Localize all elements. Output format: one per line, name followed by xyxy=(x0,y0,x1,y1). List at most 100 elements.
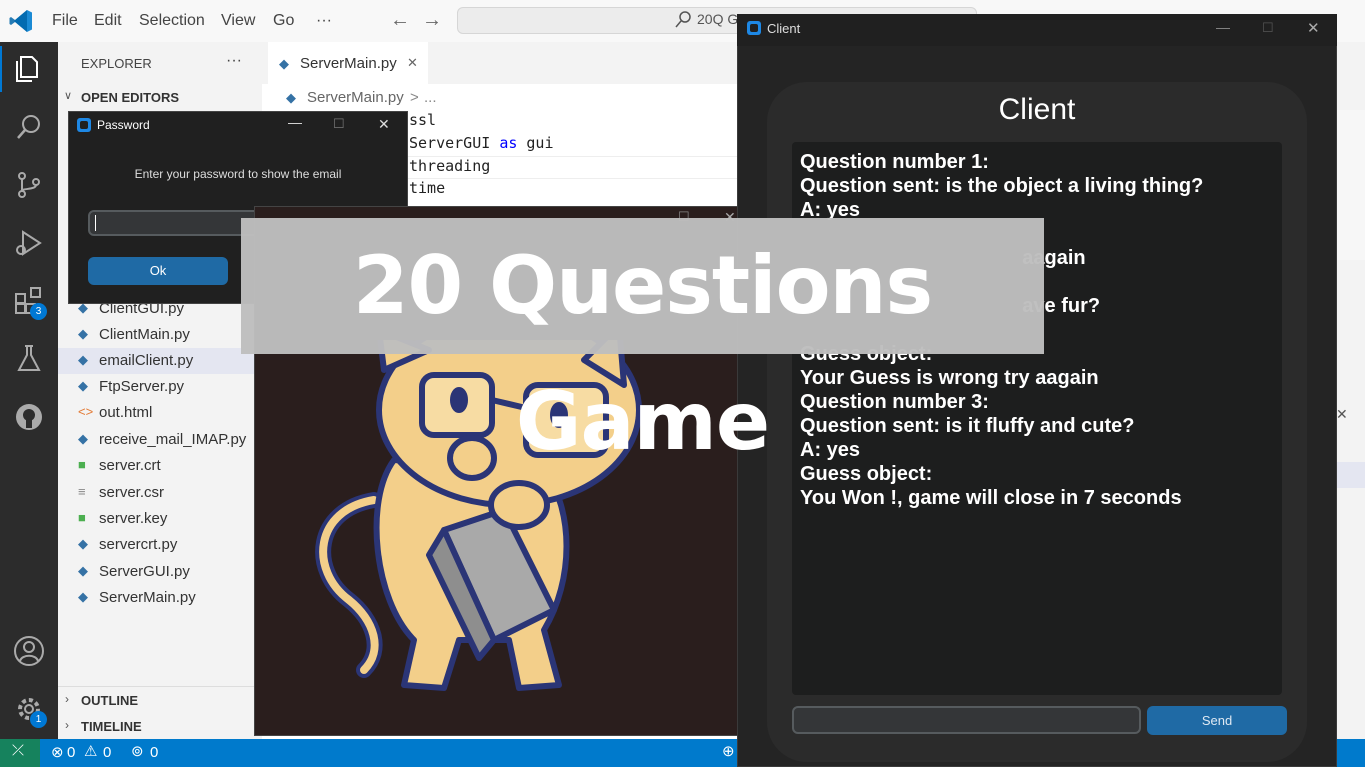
close-icon[interactable]: ✕ xyxy=(407,55,418,71)
warning-icon[interactable]: ⚠ xyxy=(84,742,97,760)
extensions-badge: 3 xyxy=(30,303,47,320)
log-line: Question number 1: xyxy=(800,151,989,173)
lock-icon: ■ xyxy=(78,457,86,472)
log-line: Question sent: is the object a living th… xyxy=(800,175,1204,197)
file-item[interactable]: ◆ FtpServer.py xyxy=(58,374,262,400)
app-icon-inner xyxy=(750,24,758,32)
command-center-text: 20Q G xyxy=(697,11,739,27)
log-line: Guess object: xyxy=(800,463,933,485)
maximize-icon: ☐ xyxy=(1262,20,1274,35)
password-dialog-title: Password xyxy=(97,118,150,132)
menu-file[interactable]: File xyxy=(52,12,78,30)
file-item[interactable]: ◆ servercrt.py xyxy=(58,532,262,558)
close-icon[interactable]: ✕ xyxy=(378,116,390,133)
explorer-title: EXPLORER xyxy=(81,56,152,71)
message-input[interactable] xyxy=(792,706,1141,734)
file-item[interactable]: ◆ ClientMain.py xyxy=(58,322,262,348)
python-icon: ◆ xyxy=(78,352,88,367)
minimize-icon[interactable]: — xyxy=(1216,19,1230,35)
file-item[interactable]: ◆ ServerGUI.py xyxy=(58,559,262,585)
file-item[interactable]: ≡ server.csr xyxy=(58,480,262,506)
active-indicator xyxy=(0,46,2,92)
text-cursor xyxy=(95,215,96,231)
arrow-right-icon[interactable]: → xyxy=(422,9,442,32)
minimize-icon[interactable]: — xyxy=(288,114,302,130)
log-line: Your Guess is wrong try aagain xyxy=(800,367,1099,389)
close-icon[interactable]: ✕ xyxy=(1336,406,1348,423)
client-title-bar xyxy=(737,14,1337,46)
minimap xyxy=(1337,110,1365,260)
github-icon[interactable] xyxy=(12,400,46,434)
chevron-right-icon[interactable]: › xyxy=(65,718,69,732)
client-heading: Client xyxy=(998,93,1076,126)
tab-label: ServerMain.py xyxy=(300,55,397,72)
html-icon: <> xyxy=(78,404,94,419)
file-item[interactable]: ◆ emailClient.py xyxy=(58,348,262,374)
file-item[interactable]: <> out.html xyxy=(58,400,262,426)
log-line: Question number 3: xyxy=(800,391,989,413)
send-button[interactable]: Send xyxy=(1147,706,1287,735)
breadcrumb-file[interactable]: ServerMain.py xyxy=(307,89,404,106)
warning-count: 0 xyxy=(103,744,112,761)
python-icon: ◆ xyxy=(78,536,88,551)
python-icon: ◆ xyxy=(78,431,88,446)
code-line: ServerGUI as gui xyxy=(409,134,554,152)
broadcast-icon[interactable]: ⊚ xyxy=(131,742,144,760)
files-icon[interactable] xyxy=(12,52,46,86)
lines-icon: ≡ xyxy=(78,484,86,499)
banner-title: 20 Questions Game xyxy=(352,239,933,468)
code-line: ssl xyxy=(409,111,437,129)
code-line: time xyxy=(409,179,446,197)
testing-flask-icon[interactable] xyxy=(12,342,46,376)
menu-more[interactable]: ··· xyxy=(316,12,332,30)
python-icon: ◆ xyxy=(78,563,88,578)
divider xyxy=(58,686,262,687)
run-debug-icon[interactable] xyxy=(12,226,46,260)
remote-icon: ⤫ xyxy=(12,742,25,759)
outline-header[interactable]: OUTLINE xyxy=(81,693,138,708)
selected-row-strip xyxy=(1337,462,1365,488)
menu-view[interactable]: View xyxy=(221,12,255,30)
open-editors-header[interactable]: OPEN EDITORS xyxy=(81,90,179,105)
settings-badge: 1 xyxy=(30,711,47,728)
password-prompt: Enter your password to show the email xyxy=(134,167,342,181)
close-icon[interactable]: ✕ xyxy=(1307,19,1320,37)
breadcrumb-separator: > xyxy=(410,89,419,106)
menu-go[interactable]: Go xyxy=(273,12,294,30)
search-icon[interactable] xyxy=(12,110,46,144)
ports-count: 0 xyxy=(150,744,159,761)
app-icon-inner xyxy=(80,121,88,129)
zoom-icon[interactable]: ⊕ xyxy=(722,742,735,760)
chevron-down-icon[interactable]: ∨ xyxy=(64,89,72,102)
search-icon xyxy=(675,11,691,28)
breadcrumb-more[interactable]: ... xyxy=(424,89,437,106)
file-item[interactable]: ■ server.key xyxy=(58,506,262,532)
menu-edit[interactable]: Edit xyxy=(94,12,122,30)
menu-selection[interactable]: Selection xyxy=(139,12,205,30)
chevron-right-icon[interactable]: › xyxy=(65,692,69,706)
python-icon: ◆ xyxy=(286,90,296,105)
vscode-logo-icon xyxy=(9,10,32,32)
file-item[interactable]: ◆ receive_mail_IMAP.py xyxy=(58,427,262,453)
file-item[interactable]: ◆ ServerMain.py xyxy=(58,585,262,611)
client-window-title: Client xyxy=(767,21,801,36)
account-icon[interactable] xyxy=(12,634,46,668)
explorer-more-button[interactable]: ··· xyxy=(226,52,242,70)
source-control-icon[interactable] xyxy=(12,168,46,202)
log-line: Question sent: is it fluffy and cute? xyxy=(800,415,1135,437)
log-line: You Won !, game will close in 7 seconds xyxy=(800,487,1182,509)
python-icon: ◆ xyxy=(78,326,88,341)
python-icon: ◆ xyxy=(78,589,88,604)
python-icon: ◆ xyxy=(78,378,88,393)
lock-icon: ■ xyxy=(78,510,86,525)
ok-button[interactable]: Ok xyxy=(88,257,228,285)
file-item[interactable]: ■ server.crt xyxy=(58,453,262,479)
code-line: threading xyxy=(409,157,491,175)
python-icon: ◆ xyxy=(279,56,289,71)
timeline-header[interactable]: TIMELINE xyxy=(81,719,142,734)
error-icon[interactable]: ⊗ xyxy=(51,743,64,761)
arrow-left-icon[interactable]: ← xyxy=(390,9,410,32)
log-line: A: yes xyxy=(800,439,861,461)
maximize-icon: ☐ xyxy=(333,116,345,131)
error-count: 0 xyxy=(67,744,76,761)
